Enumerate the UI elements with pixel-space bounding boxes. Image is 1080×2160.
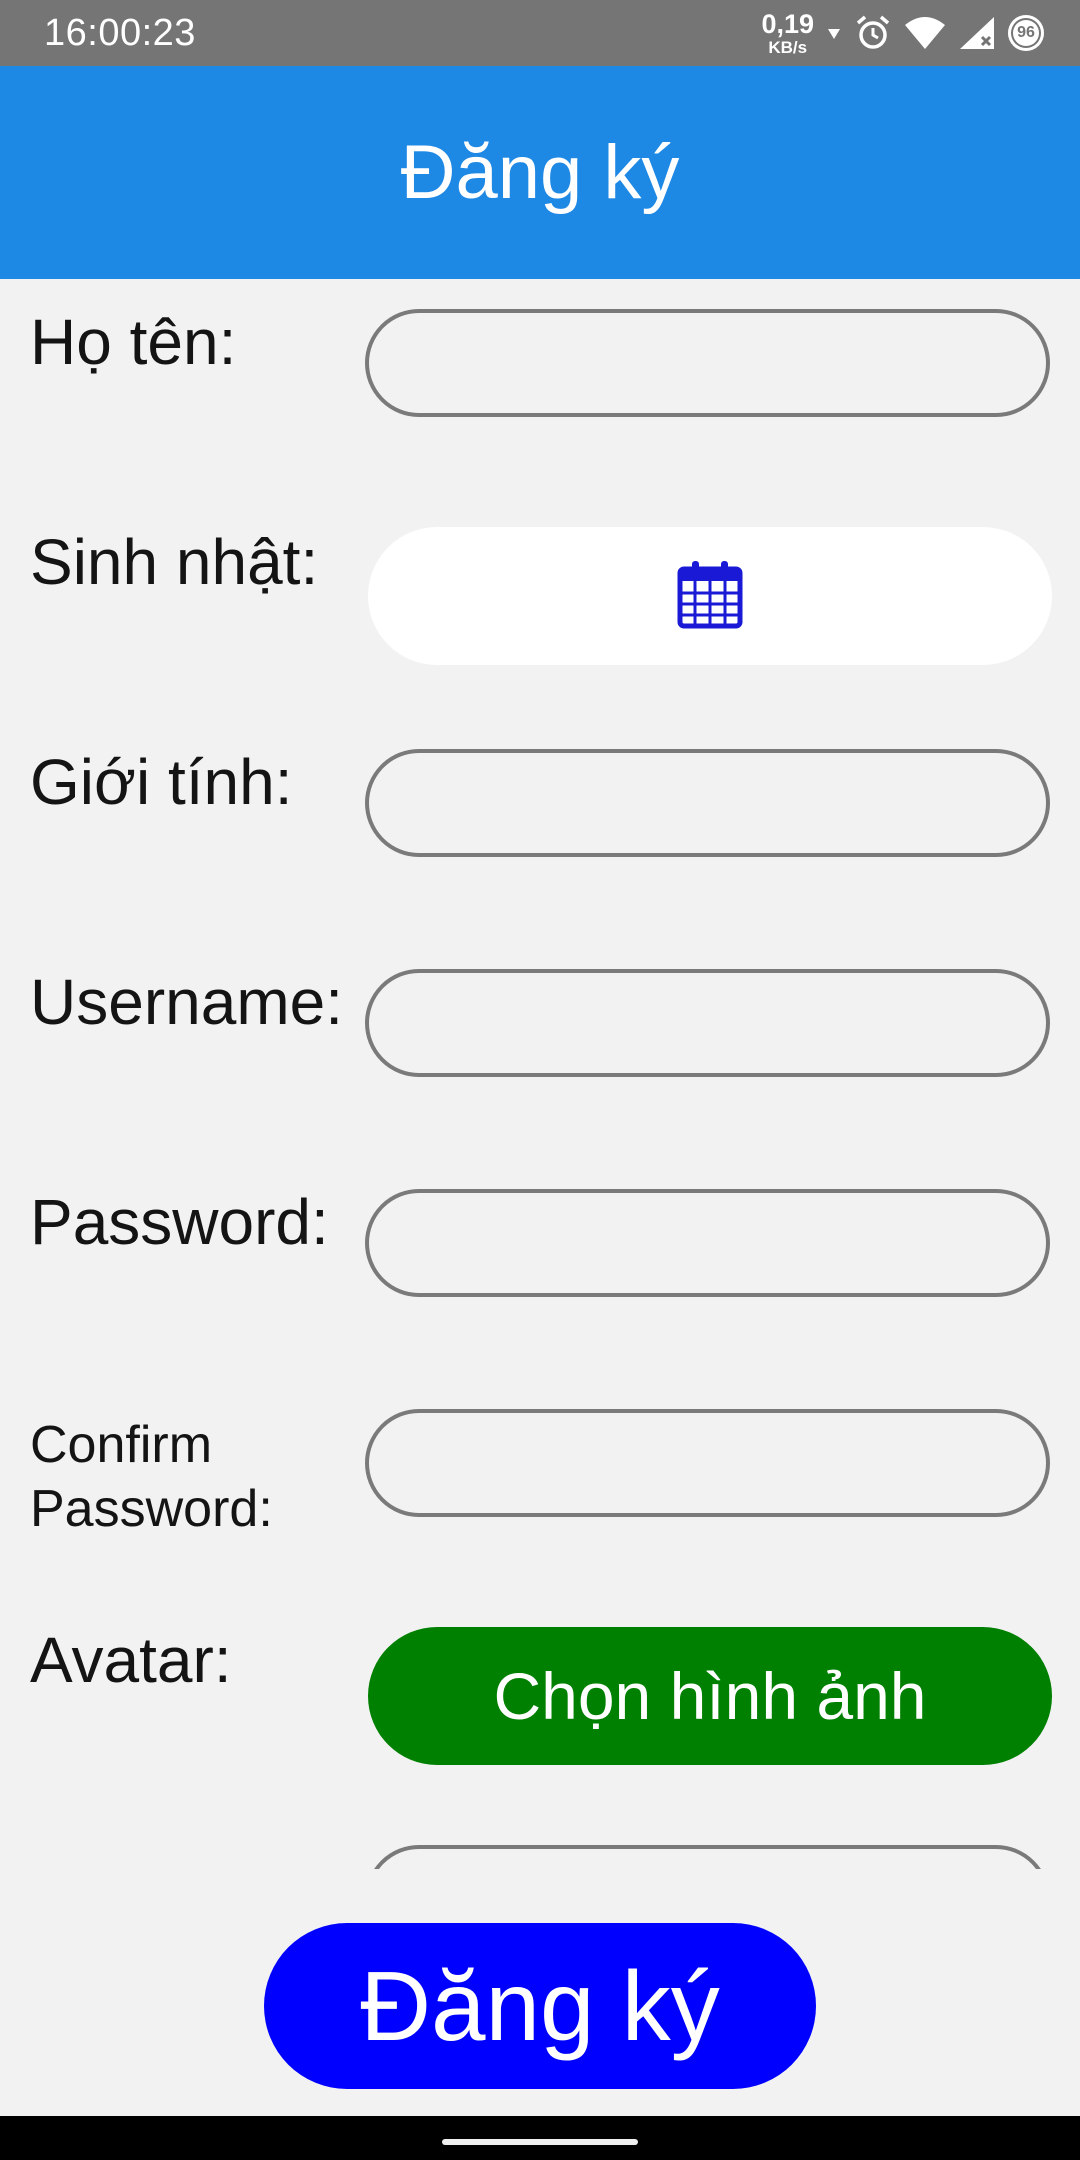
register-button[interactable]: Đăng ký xyxy=(264,1923,816,2089)
gender-input[interactable] xyxy=(365,749,1050,857)
app-bar: Đăng ký xyxy=(0,66,1080,279)
confirm-password-label: Confirm Password: xyxy=(30,1413,350,1541)
status-icons: 0,19 KB/s 96 xyxy=(761,8,1044,58)
full-name-input[interactable] xyxy=(365,309,1050,417)
password-input[interactable] xyxy=(365,1189,1050,1297)
signal-no-data-icon xyxy=(958,15,996,51)
username-label: Username: xyxy=(30,966,343,1038)
gender-label: Giới tính: xyxy=(30,746,293,818)
next-field-input[interactable] xyxy=(365,1845,1050,1869)
data-arrow-icon xyxy=(826,13,842,53)
network-speed-value: 0,19 xyxy=(761,8,814,39)
avatar-label: Avatar: xyxy=(30,1624,232,1696)
confirm-password-input[interactable] xyxy=(365,1409,1050,1517)
battery-icon: 96 xyxy=(1008,15,1044,51)
page-title: Đăng ký xyxy=(400,129,680,215)
birthday-date-picker[interactable] xyxy=(368,527,1052,665)
full-name-label: Họ tên: xyxy=(30,306,237,378)
navigation-bar xyxy=(0,2116,1080,2160)
confirm-password-label-line1: Confirm xyxy=(30,1416,213,1474)
birthday-label: Sinh nhật: xyxy=(30,526,319,598)
password-label: Password: xyxy=(30,1186,329,1258)
status-bar: 16:00:23 0,19 KB/s 96 xyxy=(0,0,1080,66)
home-gesture-handle[interactable] xyxy=(442,2139,638,2145)
choose-image-button[interactable]: Chọn hình ảnh xyxy=(368,1627,1052,1765)
username-input[interactable] xyxy=(365,969,1050,1077)
calendar-icon xyxy=(677,559,743,634)
network-speed: 0,19 KB/s xyxy=(761,8,814,57)
confirm-password-label-line2: Password: xyxy=(30,1480,273,1538)
status-time: 16:00:23 xyxy=(44,12,196,54)
registration-form: Họ tên: Sinh nhật: Giới tính: Username: … xyxy=(0,279,1080,1869)
alarm-icon xyxy=(854,14,892,52)
network-speed-unit: KB/s xyxy=(768,37,808,57)
wifi-icon xyxy=(904,15,946,51)
